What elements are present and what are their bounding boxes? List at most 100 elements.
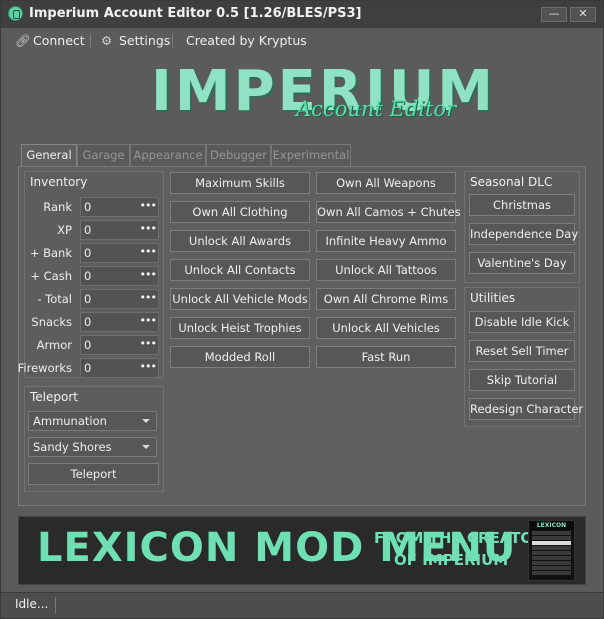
tab-general[interactable]: General: [21, 144, 77, 168]
preview-line: [532, 536, 571, 540]
teleport-location-a-value: Ammunation: [33, 414, 107, 428]
window-title: Imperium Account Editor 0.5 [1.26/BLES/P…: [29, 6, 362, 21]
preview-line: [532, 556, 571, 560]
rank-more-button[interactable]: •••: [140, 197, 157, 215]
unlock-all-vehicles-button[interactable]: Unlock All Vehicles: [316, 317, 456, 339]
title-bar[interactable]: Imperium Account Editor 0.5 [1.26/BLES/P…: [1, 1, 603, 28]
menu-bar: 🔗︎ Connect ⚙ Settings Created by Kryptus: [1, 28, 603, 53]
own-all-camos-chutes-button[interactable]: Own All Camos + Chutes: [316, 201, 461, 223]
armor-more-button[interactable]: •••: [140, 335, 157, 353]
preview-line: [532, 566, 571, 570]
status-divider: [55, 597, 56, 614]
skip-tutorial-button[interactable]: Skip Tutorial: [469, 369, 575, 391]
snacks-label: Snacks: [31, 315, 72, 329]
total-more-button[interactable]: •••: [140, 289, 157, 307]
bank-input[interactable]: 0 •••: [80, 243, 159, 263]
banner-subtitle-line2: OF IMPERIUM: [394, 551, 509, 569]
minimize-button[interactable]: —: [541, 7, 567, 22]
modded-roll-button[interactable]: Modded Roll: [170, 346, 310, 368]
valentines-day-button[interactable]: Valentine's Day: [469, 252, 575, 274]
inventory-title: Inventory: [30, 175, 88, 189]
bank-more-button[interactable]: •••: [140, 243, 157, 261]
bank-label: + Bank: [29, 246, 72, 260]
xp-more-button[interactable]: •••: [140, 220, 157, 238]
inventory-group: Inventory Rank 0 ••• XP 0 ••• + Bank 0 ••• …: [18, 171, 164, 378]
unlock-all-tattoos-button[interactable]: Unlock All Tattoos: [316, 259, 456, 281]
app-logo-icon: [8, 6, 23, 21]
own-all-clothing-button[interactable]: Own All Clothing: [170, 201, 310, 223]
snacks-row: Snacks 0 •••: [25, 312, 159, 333]
rank-value: 0: [84, 200, 92, 214]
chevron-down-icon: [142, 419, 150, 423]
cash-label: + Cash: [30, 269, 72, 283]
bank-value: 0: [84, 246, 92, 260]
snacks-value: 0: [84, 315, 92, 329]
banner-subtitle-line1: FROM THE CREATOR: [374, 529, 545, 547]
independence-day-button[interactable]: Independence Day: [469, 223, 578, 245]
tab-appearance[interactable]: Appearance: [130, 144, 206, 167]
rank-row: Rank 0 •••: [25, 197, 159, 218]
fast-run-button[interactable]: Fast Run: [316, 346, 456, 368]
teleport-button[interactable]: Teleport: [28, 463, 159, 485]
teleport-location-select-b[interactable]: Sandy Shores: [28, 437, 157, 457]
snacks-more-button[interactable]: •••: [140, 312, 157, 330]
xp-label: XP: [57, 223, 72, 237]
tab-garage[interactable]: Garage: [77, 144, 130, 167]
fireworks-label: Fireworks: [17, 361, 72, 375]
own-all-weapons-button[interactable]: Own All Weapons: [316, 172, 456, 194]
lexicon-banner[interactable]: LEXICON MOD MENU FROM THE CREATOR OF IMP…: [18, 516, 586, 585]
unlock-all-vehicle-mods-button[interactable]: Unlock All Vehicle Mods: [170, 288, 310, 310]
infinite-heavy-ammo-button[interactable]: Infinite Heavy Ammo: [316, 230, 456, 252]
credit-menu-item[interactable]: Created by Kryptus: [186, 33, 307, 48]
snacks-input[interactable]: 0 •••: [80, 312, 159, 332]
teleport-location-b-value: Sandy Shores: [33, 440, 112, 454]
total-label: - Total: [37, 292, 72, 306]
link-icon: 🔗︎: [15, 33, 31, 48]
cash-value: 0: [84, 269, 92, 283]
connect-menu-item[interactable]: 🔗︎ Connect: [15, 33, 85, 49]
armor-label: Armor: [36, 338, 72, 352]
close-button[interactable]: ✕: [570, 7, 596, 22]
general-tab-panel: Inventory Rank 0 ••• XP 0 ••• + Bank 0 ••• …: [18, 166, 586, 506]
preview-line: [532, 551, 571, 555]
reset-sell-timer-button[interactable]: Reset Sell Timer: [469, 340, 575, 362]
preview-line: [532, 546, 571, 550]
rank-label: Rank: [43, 200, 72, 214]
unlock-heist-trophies-button[interactable]: Unlock Heist Trophies: [170, 317, 310, 339]
utilities-group: Utilities Disable Idle Kick Reset Sell T…: [464, 287, 583, 427]
total-row: - Total 0 •••: [25, 289, 159, 310]
disable-idle-kick-button[interactable]: Disable Idle Kick: [469, 311, 575, 333]
teleport-title: Teleport: [30, 390, 78, 404]
xp-value: 0: [84, 223, 92, 237]
fireworks-input[interactable]: 0 •••: [80, 358, 159, 378]
redesign-character-button[interactable]: Redesign Character: [469, 398, 583, 420]
menu-divider: [90, 34, 91, 48]
rank-input[interactable]: 0 •••: [80, 197, 159, 217]
armor-row: Armor 0 •••: [25, 335, 159, 356]
own-all-chrome-rims-button[interactable]: Own All Chrome Rims: [316, 288, 456, 310]
settings-label: Settings: [119, 33, 171, 48]
seasonal-dlc-group: Seasonal DLC Christmas Independence Day …: [464, 171, 580, 283]
christmas-button[interactable]: Christmas: [469, 194, 575, 216]
app-window: Imperium Account Editor 0.5 [1.26/BLES/P…: [0, 0, 604, 619]
xp-input[interactable]: 0 •••: [80, 220, 159, 240]
fireworks-more-button[interactable]: •••: [140, 358, 157, 376]
tab-debugger[interactable]: Debugger: [206, 144, 271, 167]
preview-line: [532, 571, 571, 575]
cash-more-button[interactable]: •••: [140, 266, 157, 284]
unlock-all-contacts-button[interactable]: Unlock All Contacts: [170, 259, 310, 281]
menu-divider: [172, 34, 173, 48]
total-input[interactable]: 0 •••: [80, 289, 159, 309]
maximum-skills-button[interactable]: Maximum Skills: [170, 172, 310, 194]
teleport-group: Teleport Ammunation Sandy Shores Telepor…: [24, 386, 164, 492]
cash-input[interactable]: 0 •••: [80, 266, 159, 286]
teleport-location-select-a[interactable]: Ammunation: [28, 411, 157, 431]
settings-menu-item[interactable]: ⚙ Settings: [101, 33, 170, 48]
unlock-all-awards-button[interactable]: Unlock All Awards: [170, 230, 310, 252]
xp-row: XP 0 •••: [25, 220, 159, 241]
armor-value: 0: [84, 338, 92, 352]
status-bar: Idle...: [1, 592, 603, 618]
tab-experimental[interactable]: Experimental: [271, 144, 351, 167]
mod-menu-preview-title: LEXICON: [529, 521, 574, 530]
armor-input[interactable]: 0 •••: [80, 335, 159, 355]
